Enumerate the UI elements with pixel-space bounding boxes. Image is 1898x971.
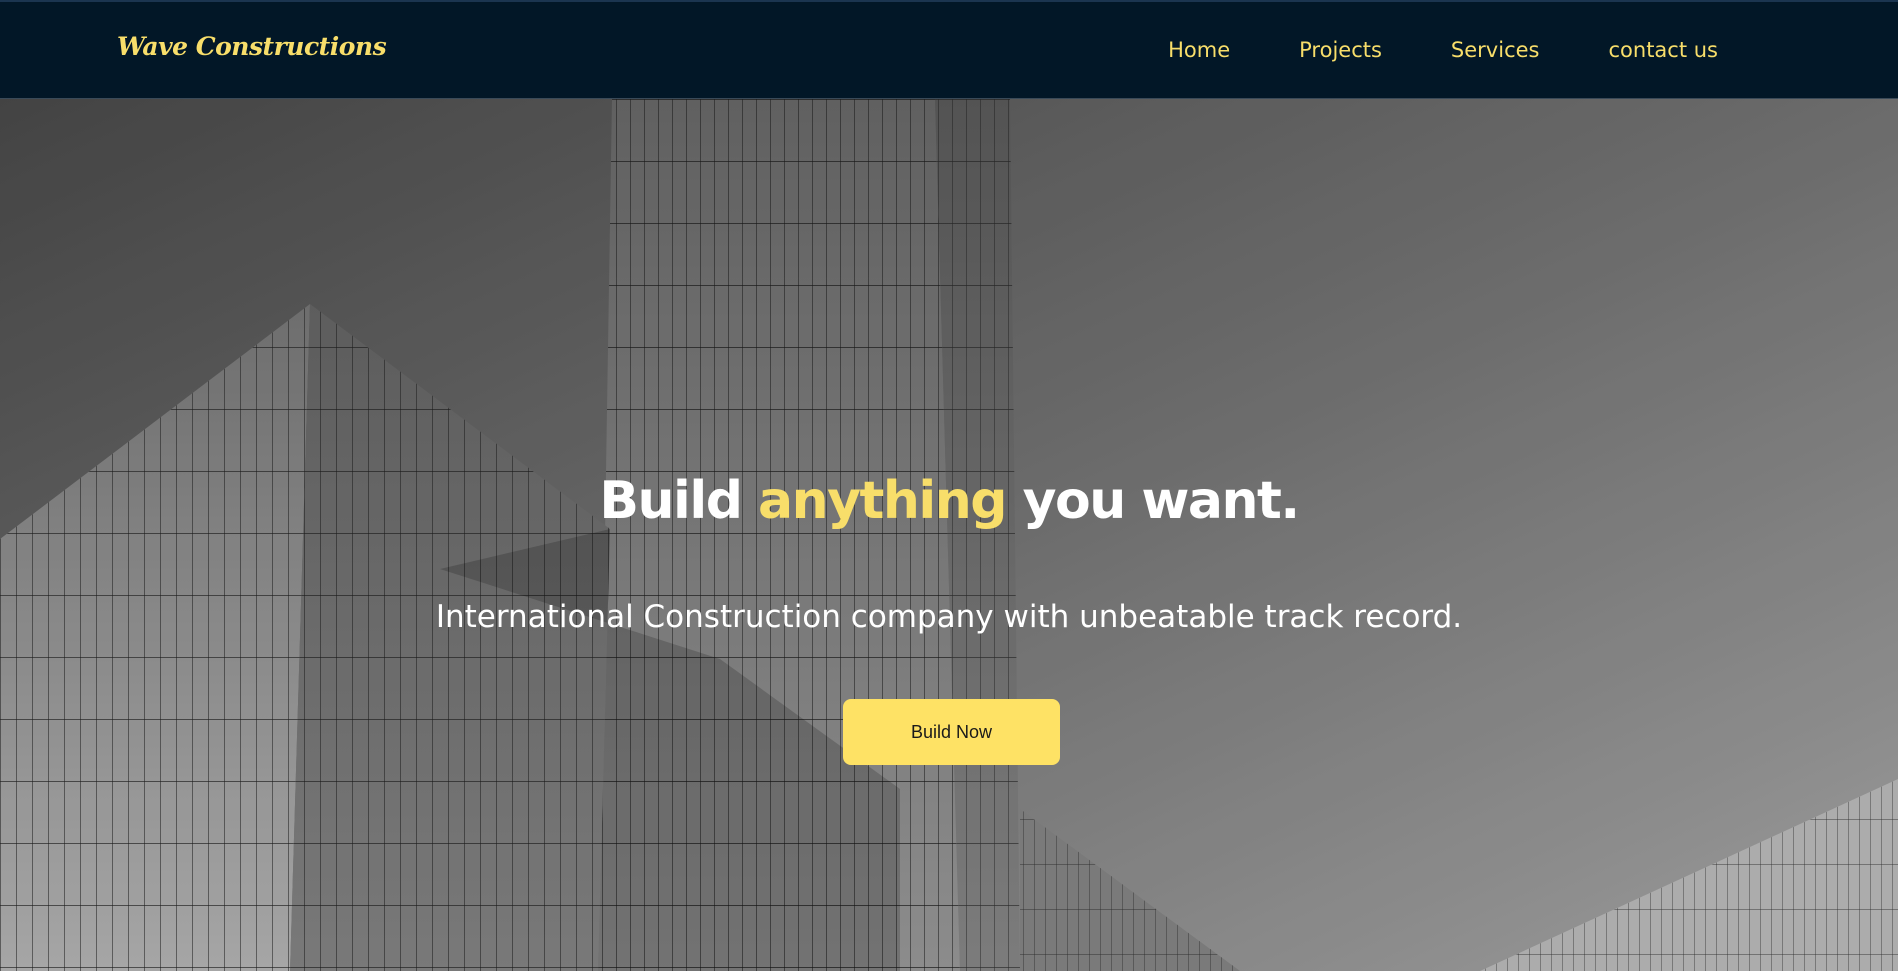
headline-start: Build bbox=[599, 471, 743, 531]
nav-item-contact: contact us bbox=[1608, 38, 1718, 62]
nav-item-services: Services bbox=[1451, 38, 1540, 62]
brand-logo[interactable]: Wave Constructions bbox=[117, 32, 387, 61]
nav-link-services[interactable]: Services bbox=[1451, 38, 1540, 62]
nav-item-projects: Projects bbox=[1299, 38, 1382, 62]
nav-link-contact[interactable]: contact us bbox=[1608, 38, 1718, 62]
hero-subheadline: International Construction company with … bbox=[435, 599, 1463, 635]
nav-menu: Home Projects Services contact us bbox=[1168, 38, 1718, 62]
nav-item-home: Home bbox=[1168, 38, 1230, 62]
build-now-button[interactable]: Build Now bbox=[843, 699, 1060, 765]
hero-content: Build anything you want. International C… bbox=[0, 99, 1898, 971]
headline-accent: anything bbox=[758, 471, 1007, 531]
hero-section: Build anything you want. International C… bbox=[0, 99, 1898, 971]
navbar: Wave Constructions Home Projects Service… bbox=[0, 0, 1898, 99]
nav-link-projects[interactable]: Projects bbox=[1299, 38, 1382, 62]
hero-headline: Build anything you want. bbox=[0, 471, 1898, 531]
headline-end: you want. bbox=[1022, 471, 1301, 531]
nav-link-home[interactable]: Home bbox=[1168, 38, 1230, 62]
